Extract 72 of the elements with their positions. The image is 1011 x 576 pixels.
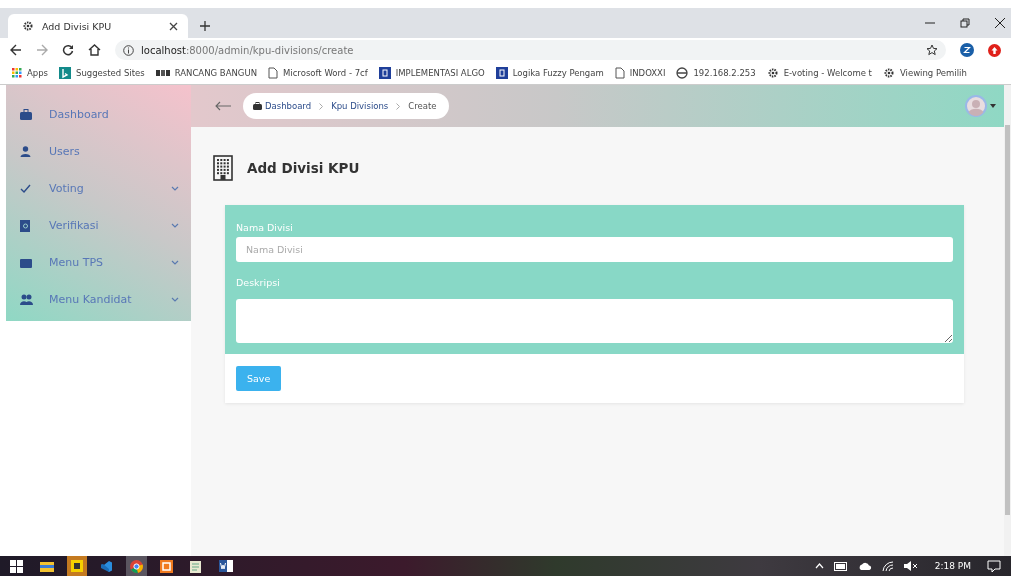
building-icon [213,155,233,181]
user-icon [20,146,31,157]
folder-icon [20,257,32,268]
bookmark-item[interactable]: Microsoft Word - 7cf [268,67,368,79]
new-tab-icon[interactable] [200,21,210,31]
cloud-icon[interactable] [857,562,872,570]
page-icon [268,67,278,79]
wifi-icon[interactable] [881,560,894,572]
address-bar[interactable]: localhost:8000/admin/kpu-divisions/create [115,40,946,60]
close-icon[interactable] [169,21,178,31]
users-icon [20,294,33,305]
bookmark-item[interactable]: Viewing Pemilih [882,67,967,79]
caret-icon[interactable] [990,104,996,108]
bookmark-item[interactable]: INDOXXI [614,67,666,79]
home-icon[interactable] [88,44,101,56]
control-panel-icon[interactable] [160,559,173,573]
document-app-icon [495,67,508,79]
chevron-right-icon [319,102,324,110]
name-input-field[interactable]: Nama Divisi [236,237,953,262]
url-text: localhost:8000/admin/kpu-divisions/create [141,44,354,56]
check-icon [20,184,31,193]
notifications-icon[interactable] [987,559,1001,573]
notepad-icon[interactable] [190,559,202,573]
folder-icon[interactable] [40,560,54,572]
bing-icon [59,67,72,79]
bookmark-item[interactable]: IMPLEMENTASI ALGO [378,67,485,79]
chevron-down-icon [171,186,179,191]
breadcrumb-link[interactable]: Dashboard [265,101,312,111]
clock-time[interactable]: 2:18 PM [934,561,971,571]
briefcase-icon [20,109,32,120]
word-icon[interactable] [219,560,233,572]
chevron-right-icon [396,102,401,110]
bookmark-item[interactable]: 192.168.2.253 [676,67,756,79]
chevron-down-icon [171,223,179,228]
pkp-logo-icon [155,69,170,77]
page-icon [614,67,625,79]
chevron-up-icon[interactable] [814,563,824,569]
info-icon [123,44,134,56]
notebook-icon [20,219,30,232]
bookmark-item[interactable]: Apps [12,68,49,78]
breadcrumb-link[interactable]: Kpu Divisions [331,101,389,111]
browser-tab[interactable]: Add Divisi KPU [8,14,188,38]
tab-title: Add Divisi KPU [42,20,112,32]
reload-icon[interactable] [62,44,74,56]
code-editor-icon[interactable] [100,559,113,573]
bookmark-item[interactable]: E-voting - Welcome t [766,67,872,79]
back-icon[interactable] [10,44,22,56]
gear-icon [766,67,779,79]
sticky-note-icon[interactable] [71,560,83,572]
apps-grid-icon [12,68,22,78]
document-app-icon [378,67,391,79]
briefcase-icon [253,102,262,110]
bookmark-item[interactable]: RANCANG BANGUN [155,68,257,78]
bookmark-item[interactable]: Suggested Sites [59,67,145,79]
star-icon[interactable] [926,44,938,56]
profile-avatar-icon[interactable] [960,43,974,57]
battery-icon[interactable] [833,561,848,571]
bookmark-item[interactable]: Logika Fuzzy Pengam [495,67,604,79]
chevron-down-icon [171,297,179,302]
back-arrow-icon[interactable] [215,101,231,111]
field-label: Nama Divisi [236,220,294,235]
chevron-down-icon [171,260,179,265]
gear-icon [22,20,34,32]
close-icon[interactable] [995,18,1005,28]
field-label: Deskripsi [236,275,281,290]
gear-icon [882,67,895,79]
restore-icon[interactable] [960,18,970,28]
muted-speaker-icon[interactable] [903,561,919,571]
windows-logo-icon[interactable] [10,559,23,573]
globe-icon [676,67,689,79]
extension-icon[interactable] [988,43,1001,57]
page-title: Add Divisi KPU [247,160,360,176]
